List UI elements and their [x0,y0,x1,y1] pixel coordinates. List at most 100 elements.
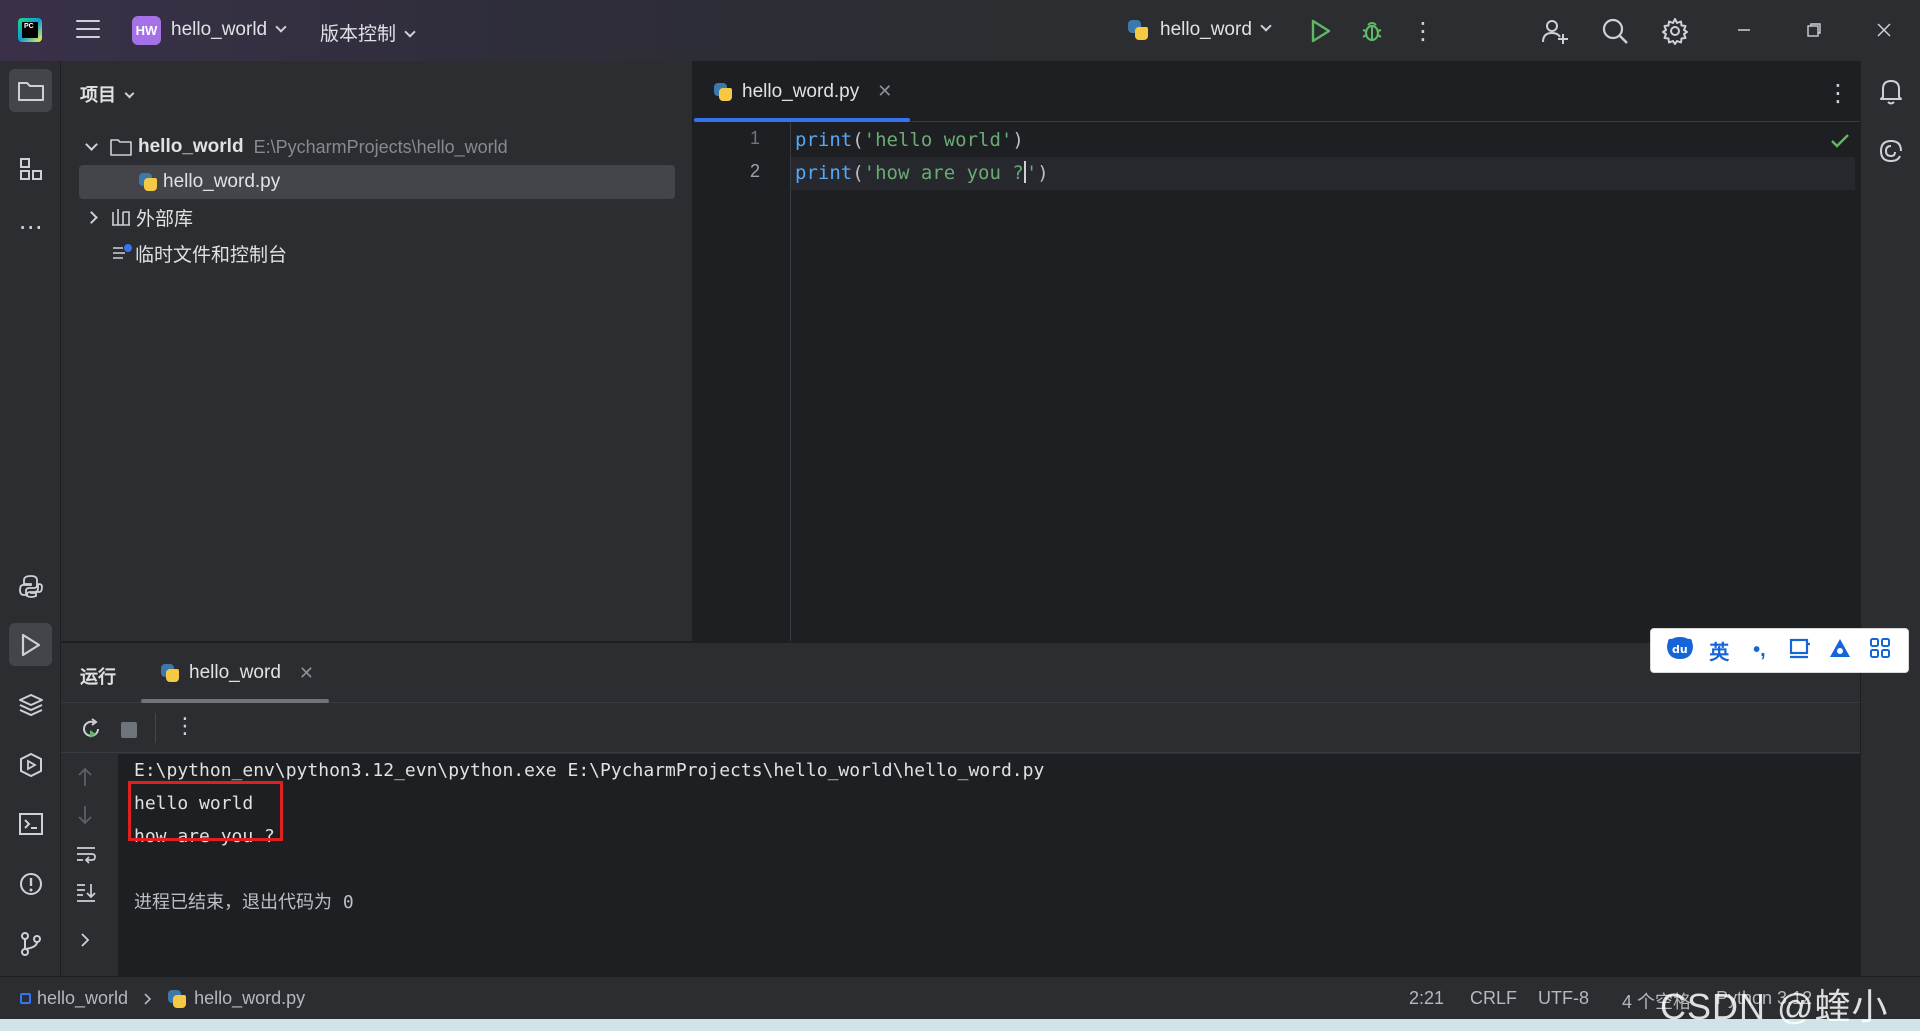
run-tool-button[interactable] [9,623,52,666]
scroll-up-button[interactable] [76,766,94,793]
git-button[interactable] [9,922,52,965]
python-console-button[interactable] [9,564,52,607]
breadcrumb-file[interactable]: hello_word.py [194,988,305,1009]
play-icon [21,633,40,656]
editor-area: hello_word.py ✕ ⋮ 1 2 print('hello world… [694,61,1860,641]
layers-icon [18,693,43,716]
settings-button[interactable] [1660,16,1690,46]
scroll-to-end-button[interactable] [75,881,97,908]
ime-skin-icon[interactable] [1826,637,1854,665]
search-button[interactable] [1600,16,1630,46]
editor-tab-label: hello_word.py [742,80,860,102]
toolbar-divider [155,713,156,743]
project-tool-button[interactable] [9,69,52,112]
structure-icon [19,157,42,180]
breadcrumb-project[interactable]: hello_world [37,988,128,1009]
rerun-icon [83,718,99,738]
rerun-button[interactable] [79,717,103,746]
tree-root-project[interactable]: hello_world E:\PycharmProjects\hello_wor… [79,130,675,164]
python-packages-button[interactable] [9,683,52,726]
run-config-selector[interactable]: hello_word [1128,19,1272,41]
code-line-2[interactable]: print('how are you ? ') [791,157,1855,190]
project-panel: 项目 hello_world E:\PycharmProjects\hello_… [61,61,693,641]
python-file-icon [139,173,157,191]
run-config-label: hello_word [1160,19,1252,40]
run-tab-hello-word[interactable]: hello_word ✕ [141,643,329,703]
code-line-1[interactable]: print('hello world') [795,124,1024,157]
python-icon [1128,20,1148,40]
run-button[interactable] [1308,18,1334,44]
search-icon [1602,18,1628,44]
ime-menu-grid-icon[interactable] [1866,637,1894,665]
pycharm-logo-icon: PC [18,18,42,42]
checkmark-icon [1831,134,1849,148]
tree-item-external-libraries[interactable]: 外部库 [79,200,675,234]
csdn-watermark: CSDN @蝰小蜂 [1660,986,1889,1027]
restore-button[interactable] [1802,18,1826,42]
services-button[interactable] [9,743,52,786]
scroll-to-end-icon [77,884,96,902]
title-bar: PC HW hello_world 版本控制 hello_word ⋮ [0,0,1920,61]
run-console-output[interactable]: E:\python_env\python3.12_evn\python.exe … [118,754,1860,977]
ai-assistant-button[interactable] [1869,129,1912,172]
notifications-button[interactable] [1869,69,1912,112]
restore-icon [1807,23,1821,37]
project-badge[interactable]: HW [132,16,161,45]
tree-item-hello-word-py[interactable]: hello_word.py [79,165,675,199]
problems-button[interactable] [9,862,52,905]
debug-button[interactable] [1358,17,1386,45]
chevron-right-icon [144,992,152,1005]
close-tab-icon[interactable]: ✕ [877,81,892,102]
more-actions-icon[interactable]: ⋮ [1411,18,1435,45]
main-menu-icon[interactable] [76,20,100,40]
tab-options-icon[interactable]: ⋮ [1826,79,1850,108]
play-icon [1311,19,1331,43]
structure-tool-button[interactable] [9,147,52,190]
ime-punctuation-toggle[interactable]: •, [1745,639,1773,662]
minimize-icon [1738,29,1750,31]
run-more-actions-icon[interactable]: ⋮ [174,713,196,739]
close-tab-icon[interactable]: ✕ [299,663,314,684]
caret-position[interactable]: 2:21 [1409,988,1444,1009]
code-with-me-button[interactable] [1540,16,1570,46]
tree-root-path: E:\PycharmProjects\hello_world [253,136,508,157]
chevron-down-icon [404,26,416,38]
close-window-button[interactable] [1872,18,1896,42]
scroll-down-button[interactable] [76,804,94,831]
python-icon [161,664,179,682]
minimize-button[interactable] [1732,18,1756,42]
arrow-down-icon [78,806,92,825]
tree-item-label: 外部库 [136,208,194,230]
terminal-button[interactable] [9,802,52,845]
editor-tab-hello-word-py[interactable]: hello_word.py ✕ [694,61,910,122]
stop-button[interactable] [121,722,137,738]
project-switcher[interactable]: hello_world [171,19,287,41]
file-encoding[interactable]: UTF-8 [1538,988,1589,1009]
folder-icon [110,139,132,156]
more-tools-icon[interactable]: ⋯ [9,206,52,249]
inspection-ok-icon[interactable] [1830,133,1850,154]
run-panel-title: 运行 [80,667,116,687]
expand-toolbar-button[interactable] [79,932,91,953]
vcs-menu[interactable]: 版本控制 [320,19,416,46]
soft-wrap-button[interactable] [75,844,97,869]
gear-icon [1662,18,1688,45]
left-tool-strip: ⋯ [0,61,61,976]
baidu-ime-logo-icon[interactable]: du [1665,636,1694,666]
line-number-gutter: 1 2 [694,122,791,641]
run-tab-label: hello_word [189,662,281,683]
chevron-down-icon [124,88,135,99]
tree-item-scratches[interactable]: 临时文件和控制台 [79,236,675,270]
ime-soft-keyboard-icon[interactable] [1786,637,1814,665]
right-tool-strip [1860,61,1920,976]
line-separator[interactable]: CRLF [1470,988,1517,1009]
terminal-icon [18,812,43,835]
output-highlight-box [128,781,283,841]
soft-wrap-icon [77,847,96,864]
python-file-icon [714,82,732,101]
project-panel-header[interactable]: 项目 [80,81,135,107]
ime-language-toggle[interactable]: 英 [1705,636,1733,665]
python-console-icon [18,574,43,598]
project-name: hello_world [171,19,268,40]
console-exit-line: 进程已结束，退出代码为 0 [134,892,354,913]
